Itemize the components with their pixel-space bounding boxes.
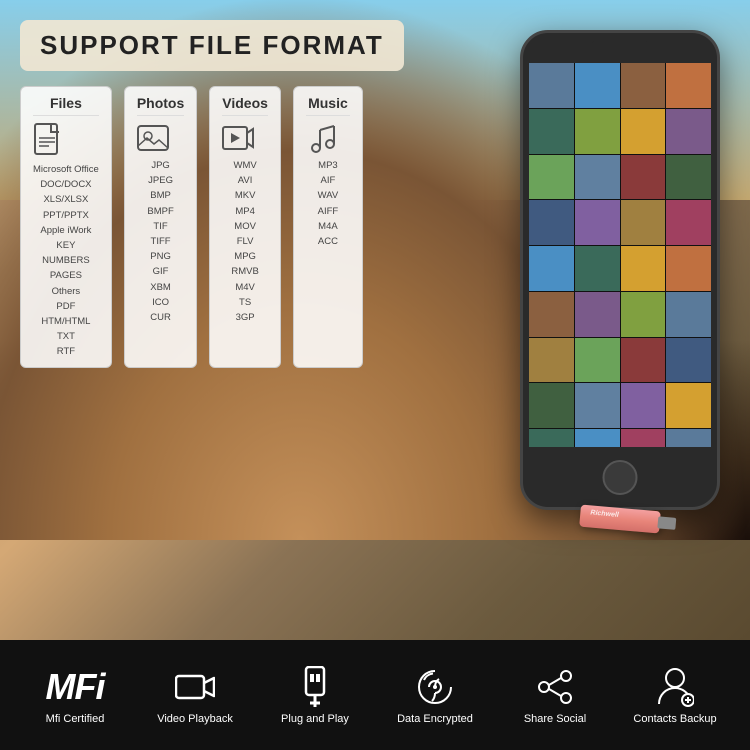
share-label: Share Social — [524, 713, 586, 725]
photo-34 — [575, 429, 620, 447]
support-title-box: SUPPORT FILE FORMAT — [20, 20, 404, 71]
bottom-bar: MFi Mfi Certified Video Playback — [0, 640, 750, 750]
photo-icon — [137, 122, 184, 154]
feature-encrypt: Data Encrypted — [375, 665, 495, 725]
file-icon — [33, 122, 99, 158]
fingerprint-icon — [413, 665, 457, 709]
mfi-label: Mfi Certified — [46, 713, 105, 725]
files-items: Microsoft Office DOC/DOCX XLS/XLSX PPT/P… — [33, 162, 99, 359]
photo-29 — [529, 383, 574, 428]
top-panel: SUPPORT FILE FORMAT Files Microsoft Offi… — [20, 20, 730, 368]
photos-header: Photos — [137, 95, 184, 116]
feature-mfi: MFi Mfi Certified — [15, 665, 135, 725]
camera-icon — [173, 665, 217, 709]
person-icon — [653, 665, 697, 709]
plug-label: Plug and Play — [281, 713, 349, 725]
photo-31 — [621, 383, 666, 428]
music-icon — [306, 122, 350, 154]
files-header: Files — [33, 95, 99, 116]
photos-items: JPG JPEG BMP BMPF TIF TIFF PNG GIF XBM I… — [137, 158, 184, 325]
phone-home-button — [603, 460, 638, 495]
format-col-photos: Photos JPG JPEG BMP BMPF TIF TIFF PNG — [124, 86, 197, 368]
photo-30 — [575, 383, 620, 428]
mfi-text-label: MFi — [46, 666, 105, 708]
feature-plug: Plug and Play — [255, 665, 375, 725]
format-col-music: Music MP3 AIF WAV AIFF M4A — [293, 86, 363, 368]
format-col-videos: Videos WMV AVI MKV MP4 MOV FLV MPG — [209, 86, 281, 368]
videos-header: Videos — [222, 95, 268, 116]
video-icon — [222, 122, 268, 154]
music-header: Music — [306, 95, 350, 116]
format-table: Files Microsoft Office DOC/DOCX XLS/XLSX… — [20, 86, 730, 368]
photo-33 — [529, 429, 574, 447]
photo-32 — [666, 383, 711, 428]
share-icon — [533, 665, 577, 709]
music-items: MP3 AIF WAV AIFF M4A ACC — [306, 158, 350, 249]
contacts-label: Contacts Backup — [633, 713, 716, 725]
usb-plug-icon — [293, 665, 337, 709]
photo-36 — [666, 429, 711, 447]
usb-connector — [657, 516, 676, 530]
feature-share: Share Social — [495, 665, 615, 725]
support-title: SUPPORT FILE FORMAT — [40, 30, 384, 60]
usb-brand-text: Richwell — [590, 509, 619, 518]
feature-contacts: Contacts Backup — [615, 665, 735, 725]
encrypt-label: Data Encrypted — [397, 713, 473, 725]
main-container: SUPPORT FILE FORMAT Files Microsoft Offi… — [0, 0, 750, 750]
video-label: Video Playback — [157, 713, 233, 725]
format-col-files: Files Microsoft Office DOC/DOCX XLS/XLSX… — [20, 86, 112, 368]
videos-items: WMV AVI MKV MP4 MOV FLV MPG RMVB M4V TS … — [222, 158, 268, 325]
feature-video: Video Playback — [135, 665, 255, 725]
photo-35 — [621, 429, 666, 447]
mfi-icon: MFi — [53, 665, 97, 709]
